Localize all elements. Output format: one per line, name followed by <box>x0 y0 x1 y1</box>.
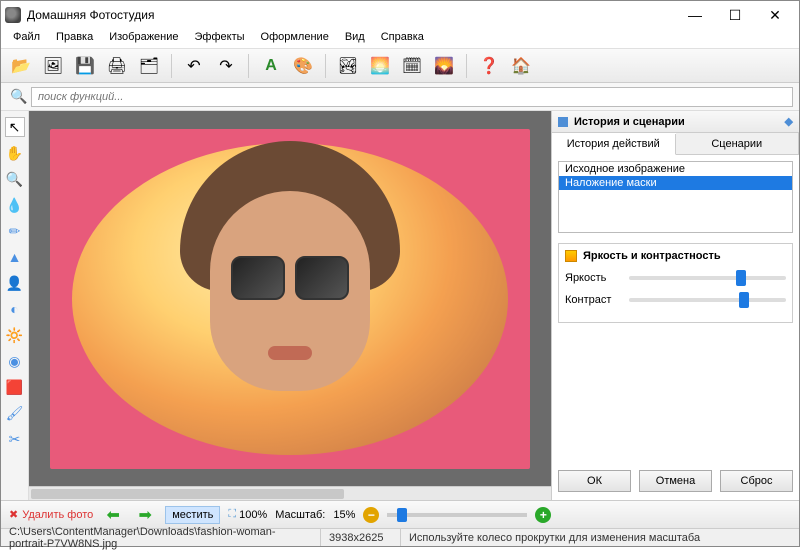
zoom-out-button[interactable]: − <box>363 507 379 523</box>
panel-icon <box>558 117 568 127</box>
history-row[interactable]: Наложение маски <box>559 176 792 190</box>
photo-preview <box>50 129 530 469</box>
image-icon[interactable]: 🖼 <box>39 52 67 80</box>
next-button[interactable]: ➡ <box>133 505 157 525</box>
separator <box>248 54 249 78</box>
contrast-label: Контраст <box>565 294 621 306</box>
ok-button[interactable]: ОК <box>558 470 631 492</box>
panel-title: История и сценарии <box>574 116 685 128</box>
zoom-slider[interactable] <box>387 513 527 517</box>
app-icon <box>5 7 21 23</box>
tool-sharpen[interactable]: ▲ <box>5 247 25 267</box>
scale-label: Масштаб: <box>275 509 325 521</box>
open-icon[interactable]: 📂 <box>7 52 35 80</box>
menu-effects[interactable]: Эффекты <box>187 29 253 48</box>
separator <box>325 54 326 78</box>
history-list[interactable]: Исходное изображение Наложение маски <box>558 161 793 233</box>
delete-photo-button[interactable]: ✖ Удалить фото <box>9 508 93 521</box>
frame3-icon[interactable]: 🌄 <box>430 52 458 80</box>
palette-icon[interactable]: 🎨 <box>289 52 317 80</box>
canvas-area[interactable] <box>29 111 551 486</box>
tab-history[interactable]: История действий <box>552 134 676 155</box>
save-icon[interactable]: 💾 <box>71 52 99 80</box>
tool-hand[interactable]: ✋ <box>5 143 25 163</box>
search-input[interactable] <box>31 87 793 107</box>
history-row[interactable]: Исходное изображение <box>559 162 792 176</box>
prev-button[interactable]: ⬅ <box>101 505 125 525</box>
menu-view[interactable]: Вид <box>337 29 373 48</box>
fit-button[interactable]: местить <box>165 506 220 524</box>
contrast-slider[interactable] <box>629 298 786 302</box>
minimize-button[interactable]: — <box>675 1 715 29</box>
section-title: Яркость и контрастность <box>583 250 721 262</box>
frame2-icon[interactable]: 🌅 <box>366 52 394 80</box>
brightness-slider[interactable] <box>629 276 786 280</box>
zoom-in-button[interactable]: + <box>535 507 551 523</box>
catalog-icon[interactable]: 🗂 <box>135 52 163 80</box>
main-toolbar: 📂 🖼 💾 🖨 🗂 ↶ ↷ A 🎨 🏞 🌅 🗓 🌄 ❓ 🏠 <box>1 49 799 83</box>
tool-eye[interactable]: ◉ <box>5 351 25 371</box>
tool-paint[interactable]: 🖌 <box>5 403 25 423</box>
brightness-section-icon <box>565 250 577 262</box>
delete-icon: ✖ <box>9 508 18 521</box>
menu-help[interactable]: Справка <box>373 29 432 48</box>
tab-scenarios[interactable]: Сценарии <box>676 133 800 154</box>
reset-button[interactable]: Сброс <box>720 470 793 492</box>
print-icon[interactable]: 🖨 <box>103 52 131 80</box>
cancel-button[interactable]: Отмена <box>639 470 712 492</box>
tool-sidebar: ↖ ✋ 🔍 💧 ✏ ▲ 👤 ◐ 🔆 ◉ 🟥 🖌 ✂ <box>1 111 29 500</box>
zoom-100-button[interactable]: ⛶100% <box>228 508 267 521</box>
tool-stamp[interactable]: 👤 <box>5 273 25 293</box>
pin-icon[interactable]: ◆ <box>785 115 793 128</box>
tool-color[interactable]: 🟥 <box>5 377 25 397</box>
menu-image[interactable]: Изображение <box>101 29 186 48</box>
separator <box>171 54 172 78</box>
frame1-icon[interactable]: 🏞 <box>334 52 362 80</box>
window-title: Домашняя Фотостудия <box>27 8 675 22</box>
tool-brightness[interactable]: 🔆 <box>5 325 25 345</box>
status-hint: Используйте колесо прокрутки для изменен… <box>401 532 799 544</box>
close-button[interactable]: ✕ <box>755 1 795 29</box>
help-icon[interactable]: ❓ <box>475 52 503 80</box>
separator <box>466 54 467 78</box>
menu-edit[interactable]: Правка <box>48 29 101 48</box>
home-icon[interactable]: 🏠 <box>507 52 535 80</box>
tool-blur[interactable]: 💧 <box>5 195 25 215</box>
tool-zoom[interactable]: 🔍 <box>5 169 25 189</box>
maximize-button[interactable]: ☐ <box>715 1 755 29</box>
redo-icon[interactable]: ↷ <box>212 52 240 80</box>
menu-file[interactable]: Файл <box>5 29 48 48</box>
search-icon: 🔍 <box>7 88 31 105</box>
menu-decor[interactable]: Оформление <box>253 29 337 48</box>
brightness-label: Яркость <box>565 272 621 284</box>
tool-contrast[interactable]: ◐ <box>5 299 25 319</box>
tool-brush[interactable]: ✏ <box>5 221 25 241</box>
status-path: C:\Users\ContentManager\Downloads\fashio… <box>1 529 321 546</box>
horizontal-scrollbar[interactable] <box>29 486 551 500</box>
calendar-icon[interactable]: 🗓 <box>398 52 426 80</box>
scale-value: 15% <box>333 509 355 521</box>
tool-pointer[interactable]: ↖ <box>5 117 25 137</box>
menubar: Файл Правка Изображение Эффекты Оформлен… <box>1 29 799 49</box>
text-icon[interactable]: A <box>257 52 285 80</box>
status-dimensions: 3938x2625 <box>321 529 401 546</box>
undo-icon[interactable]: ↶ <box>180 52 208 80</box>
tool-crop[interactable]: ✂ <box>5 429 25 449</box>
